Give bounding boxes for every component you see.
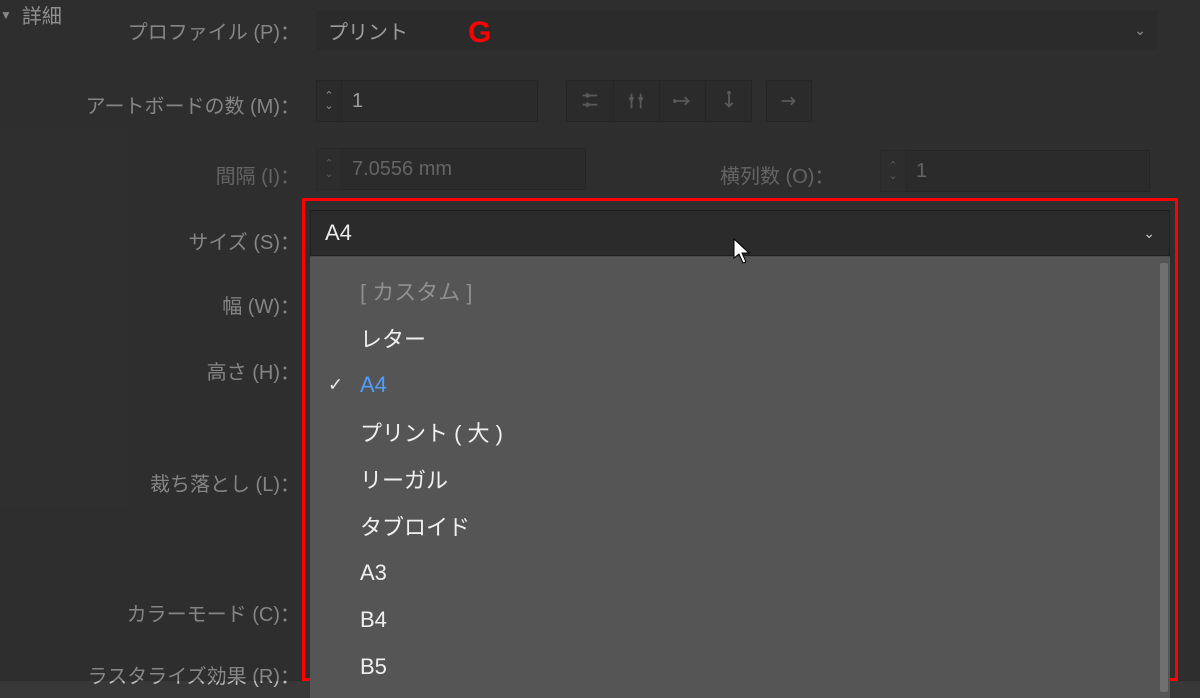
columns-label: 横列数 (O)：: [720, 160, 834, 189]
size-option[interactable]: B4: [310, 596, 1170, 643]
triangle-down-icon: ▼: [0, 8, 12, 22]
profile-value: プリント: [328, 16, 408, 45]
bleed-label: 裁ち落とし (L)：: [150, 468, 300, 497]
stepper-arrows-icon: ⌃⌄: [880, 150, 906, 192]
arrange-grid-row-icon[interactable]: [567, 81, 613, 121]
color-mode-label: カラーモード (C)：: [127, 598, 300, 627]
arrange-grid-col-icon[interactable]: [613, 81, 659, 121]
width-label: 幅 (W)：: [222, 290, 300, 319]
artboard-arrangement-group: [566, 80, 752, 122]
size-label: サイズ (S)：: [188, 226, 300, 255]
arrange-row-icon[interactable]: [659, 81, 705, 121]
size-current-value: A4: [325, 220, 352, 246]
details-label: 詳細: [22, 0, 62, 29]
profile-label: プロファイル (P)：: [128, 16, 300, 45]
scrollbar[interactable]: [1160, 263, 1168, 692]
stepper-arrows-icon: ⌃⌄: [316, 148, 342, 190]
arrange-rtl-icon[interactable]: [766, 80, 812, 122]
profile-select[interactable]: プリント ⌄: [316, 10, 1158, 50]
columns-input: 1: [906, 150, 1150, 192]
size-option[interactable]: A3: [310, 549, 1170, 596]
artboard-count-label: アートボードの数 (M)：: [86, 90, 300, 119]
size-option[interactable]: リーガル: [310, 455, 1170, 502]
check-icon: ✓: [328, 374, 343, 395]
height-label: 高さ (H)：: [207, 356, 300, 385]
spacing-input: 7.0556 mm: [342, 148, 586, 190]
raster-effects-label: ラスタライズ効果 (R)：: [88, 660, 300, 689]
artboard-count-stepper[interactable]: ⌃⌄ 1: [316, 80, 538, 122]
columns-stepper: ⌃⌄ 1: [880, 150, 1150, 192]
size-option[interactable]: タブロイド: [310, 502, 1170, 549]
size-select[interactable]: A4 ⌄: [310, 210, 1170, 256]
size-option[interactable]: ✓ A4: [310, 361, 1170, 408]
chevron-down-icon: ⌄: [1143, 225, 1155, 242]
size-option-custom[interactable]: [ カスタム ]: [310, 267, 1170, 314]
chevron-down-icon: ⌄: [1134, 22, 1146, 39]
spacing-stepper: ⌃⌄ 7.0556 mm: [316, 148, 586, 190]
annotation-marker: G: [468, 16, 491, 50]
size-option[interactable]: B5: [310, 643, 1170, 690]
spacing-label: 間隔 (I)：: [216, 160, 300, 189]
size-option[interactable]: プリント ( 大 ): [310, 408, 1170, 455]
stepper-arrows-icon[interactable]: ⌃⌄: [316, 80, 342, 122]
size-options-list: [ カスタム ] レター ✓ A4 プリント ( 大 ) リーガル タブロイド …: [310, 256, 1170, 698]
arrange-col-icon[interactable]: [705, 81, 751, 121]
size-dropdown[interactable]: A4 ⌄ [ カスタム ] レター ✓ A4 プリント ( 大 ) リーガル タ…: [310, 210, 1170, 698]
size-option[interactable]: レター: [310, 314, 1170, 361]
artboard-count-input[interactable]: 1: [342, 80, 538, 122]
